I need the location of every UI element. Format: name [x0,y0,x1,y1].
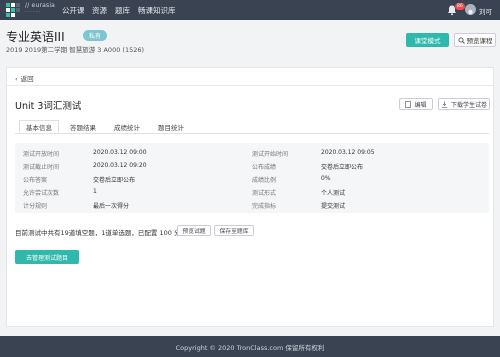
notification-badge: 86 [455,3,465,10]
info-label: 完成指标 [252,203,277,210]
edit-label: 编辑 [414,101,427,109]
info-value: 2020.03.12 09:00 [93,149,147,156]
class-mode-label: 课堂模式 [414,37,441,45]
info-label: 计分规则 [23,203,48,210]
logo-icon[interactable] [6,3,22,17]
info-label: 公布答案 [23,177,48,184]
tab-score-stats[interactable]: 成绩统计 [107,120,147,133]
info-value: 交卷后立即公布 [93,177,136,184]
tab-question-stats[interactable]: 题目统计 [151,120,191,133]
course-subtitle: 2019 2019第二学期 智慧旅游 3 A000 (1526) [6,46,145,54]
info-label: 允许尝试次数 [23,190,60,197]
basic-info-panel: 测试开放时间 2020.03.12 09:00 测试截止时间 2020.03.1… [15,143,489,213]
tab-basic-info[interactable]: 基本信息 [19,120,59,133]
privacy-tag: 私有 [83,30,108,41]
back-link[interactable]: ‹ 返回 [15,73,34,83]
download-student-paper-button[interactable]: 下载学生试卷 [438,98,490,110]
info-label: 测试开始时间 [252,151,289,158]
tab-answer-results[interactable]: 答题结果 [63,120,103,133]
download-label: 下载学生试卷 [450,101,487,109]
info-value: 最后一次得分 [93,203,130,210]
class-mode-button[interactable]: 课堂模式 [406,33,449,47]
save-to-bank-button[interactable]: 保存至题库 [214,225,254,236]
top-navigation-bar: // eurasia - - - - - - 公开课 资源 题库 畅课知识库 8… [0,0,500,20]
back-label: 返回 [20,75,34,83]
info-value: 提交测试 [321,203,346,210]
info-value: 交卷后立即公布 [321,164,364,171]
user-icon [468,9,473,15]
nav-knowledge-base[interactable]: 畅课知识库 [138,5,176,16]
nav-question-bank[interactable]: 题库 [115,5,130,16]
document-icon [405,100,412,108]
info-label: 测试开放时间 [23,151,60,158]
edit-button[interactable]: 编辑 [399,98,433,110]
footer: Copyright © 2020 TronClass.com 保留所有权利 [0,336,500,357]
divider [7,85,493,86]
info-value: 2020.03.12 09:05 [321,149,375,156]
course-title: 专业英语III [6,30,65,44]
preview-questions-button[interactable]: 预览试题 [177,225,211,236]
info-label: 测试截止时间 [23,164,60,171]
question-summary: 目前测试中共有19道填空题，1道单选题，已配置 100 分 [15,229,181,237]
preview-course-button[interactable]: 预览课程 [454,33,496,47]
info-value: 1 [93,188,97,195]
info-value: 2020.03.12 09:20 [93,162,147,169]
info-value: 0% [321,175,331,182]
manage-questions-button[interactable]: 去管理测试题目 [15,250,79,264]
username[interactable]: 刘可 [479,6,492,16]
copyright-text: Copyright © 2020 TronClass.com 保留所有权利 [175,343,325,352]
search-icon [457,36,465,44]
tab-bar: 基本信息 答题结果 成绩统计 题目统计 [15,120,489,134]
avatar[interactable] [465,4,476,15]
download-icon [441,101,448,108]
info-label: 公布成绩 [252,164,277,171]
brand-tagline: - - - - - - [25,9,41,14]
info-value: 个人测试 [321,190,346,197]
test-detail-card: ‹ 返回 Unit 3词汇测试 编辑 下载学生试卷 基本信息 答题结果 成绩统计 … [6,67,494,327]
preview-course-label: 预览课程 [466,37,493,45]
info-label: 测试形式 [252,190,277,197]
chevron-left-icon: ‹ [15,75,18,83]
brand-name: // eurasia [25,2,56,9]
nav-open-courses[interactable]: 公开课 [62,5,85,16]
test-title: Unit 3词汇测试 [15,101,82,112]
info-label: 成绩比例 [252,177,277,184]
nav-resources[interactable]: 资源 [92,5,107,16]
